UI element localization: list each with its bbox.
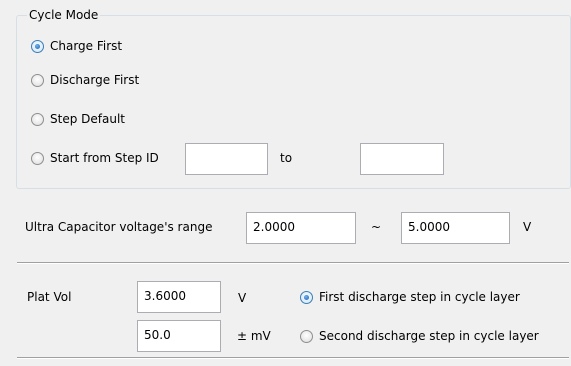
plat-vol-unit-label: V bbox=[238, 291, 247, 305]
plat-vol-input[interactable]: 3.6000 bbox=[137, 281, 221, 313]
radio-unchecked-icon bbox=[300, 329, 313, 343]
radio-second-discharge-step[interactable]: Second discharge step in cycle layer bbox=[300, 327, 539, 345]
step-id-from-input[interactable] bbox=[185, 143, 268, 175]
plat-mv-unit-label: ± mV bbox=[237, 329, 271, 343]
radio-start-from-step-id[interactable]: Start from Step ID bbox=[31, 149, 159, 167]
radio-unchecked-icon bbox=[31, 151, 44, 165]
radio-first-discharge-step[interactable]: First discharge step in cycle layer bbox=[300, 288, 520, 306]
radio-charge-first-label: Charge First bbox=[50, 39, 123, 53]
cycle-mode-title: Cycle Mode bbox=[27, 8, 101, 22]
radio-step-default-label: Step Default bbox=[50, 112, 125, 126]
radio-first-discharge-step-label: First discharge step in cycle layer bbox=[319, 290, 520, 304]
voltage-unit-label: V bbox=[523, 220, 532, 234]
voltage-min-input[interactable]: 2.0000 bbox=[246, 212, 356, 244]
voltage-range-label: Ultra Capacitor voltage's range bbox=[25, 220, 213, 234]
voltage-max-input[interactable]: 5.0000 bbox=[401, 212, 510, 244]
radio-discharge-first-label: Discharge First bbox=[50, 73, 140, 87]
radio-unchecked-icon bbox=[31, 112, 44, 126]
radio-step-default[interactable]: Step Default bbox=[31, 110, 125, 128]
radio-discharge-first[interactable]: Discharge First bbox=[31, 71, 139, 89]
radio-start-from-step-id-label: Start from Step ID bbox=[50, 151, 159, 165]
radio-charge-first[interactable]: Charge First bbox=[31, 37, 122, 55]
radio-checked-icon bbox=[300, 290, 313, 304]
plat-vol-label: Plat Vol bbox=[27, 290, 72, 304]
separator-line-bottom bbox=[17, 357, 569, 359]
radio-checked-icon bbox=[31, 39, 44, 53]
plat-mv-input[interactable]: 50.0 bbox=[137, 320, 221, 352]
radio-unchecked-icon bbox=[31, 73, 44, 87]
step-id-to-input[interactable] bbox=[360, 143, 444, 175]
tilde-label: ~ bbox=[371, 220, 382, 234]
radio-second-discharge-step-label: Second discharge step in cycle layer bbox=[319, 329, 539, 343]
separator-line bbox=[17, 262, 569, 264]
to-label: to bbox=[280, 151, 293, 165]
